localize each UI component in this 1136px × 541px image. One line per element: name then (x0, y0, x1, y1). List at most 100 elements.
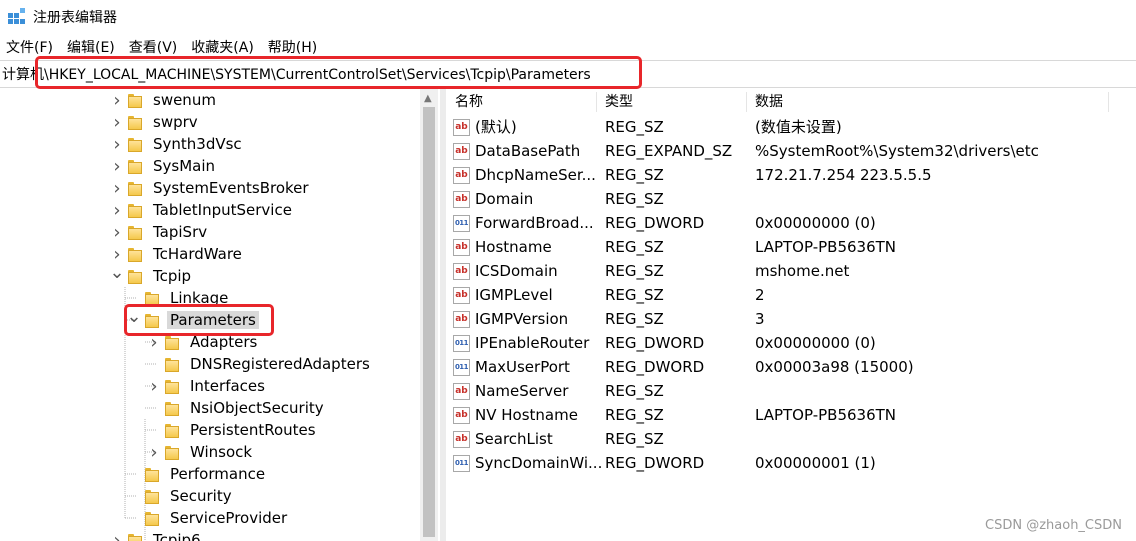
column-header-data[interactable]: 数据 (747, 92, 1109, 112)
menu-edit[interactable]: 编辑(E) (67, 37, 115, 57)
chevron-right-icon[interactable]: › (147, 331, 161, 353)
tree-item-label: Parameters (167, 311, 259, 329)
tree-item[interactable]: › Winsock (147, 441, 255, 463)
string-value-icon: ab (453, 407, 470, 424)
value-row[interactable]: 011 SyncDomainWi... REG_DWORD 0x00000001 (1… (447, 451, 1136, 475)
value-row[interactable]: ab ICSDomain REG_SZ mshome.net (447, 259, 1136, 283)
tree-item[interactable]: › TabletInputService (110, 199, 295, 221)
value-row[interactable]: ab NameServer REG_SZ (447, 379, 1136, 403)
tree-item-label: Adapters (190, 333, 258, 351)
chevron-down-icon[interactable]: ⌄ (109, 261, 124, 283)
chevron-right-icon[interactable]: › (110, 199, 124, 221)
value-row[interactable]: ab IGMPVersion REG_SZ 3 (447, 307, 1136, 331)
chevron-right-icon[interactable]: › (110, 529, 124, 541)
menu-favorites[interactable]: 收藏夹(A) (191, 37, 254, 57)
tree-item[interactable]: PersistentRoutes (147, 419, 319, 441)
folder-icon (145, 291, 159, 306)
value-name: DataBasePath (475, 142, 581, 160)
watermark: CSDN @zhaoh_CSDN (985, 518, 1122, 533)
string-value-icon: ab (453, 143, 470, 160)
tree-item[interactable]: Security (127, 485, 235, 507)
pane-splitter[interactable] (440, 89, 446, 541)
scroll-up-icon[interactable]: ▲ (424, 93, 432, 104)
string-value-icon: ab (453, 311, 470, 328)
tree-scrollbar[interactable]: ▲ (420, 89, 438, 541)
tree-item[interactable]: Linkage (127, 287, 231, 309)
chevron-right-icon[interactable]: › (110, 111, 124, 133)
value-data: 0x00003a98 (15000) (755, 358, 914, 376)
tree-item[interactable]: DNSRegisteredAdapters (147, 353, 373, 375)
value-row[interactable]: ab Domain REG_SZ (447, 187, 1136, 211)
tree-item[interactable]: › SysMain (110, 155, 218, 177)
tree-item[interactable]: NsiObjectSecurity (147, 397, 327, 419)
value-type: REG_SZ (605, 382, 664, 400)
value-row[interactable]: ab Hostname REG_SZ LAPTOP-PB5636TN (447, 235, 1136, 259)
tree-item[interactable]: ⌄ Parameters (126, 306, 259, 331)
tree-item[interactable]: › Synth3dVsc (110, 133, 245, 155)
string-value-icon: ab (453, 239, 470, 256)
chevron-right-icon[interactable]: › (110, 177, 124, 199)
tree-item[interactable]: › SystemEventsBroker (110, 177, 312, 199)
value-type: REG_SZ (605, 310, 664, 328)
value-row[interactable]: ab DataBasePath REG_EXPAND_SZ %SystemRoot%\… (447, 139, 1136, 163)
binary-value-icon: 011 (453, 359, 470, 376)
menu-help[interactable]: 帮助(H) (268, 37, 317, 57)
value-name: NameServer (475, 382, 569, 400)
value-type: REG_SZ (605, 286, 664, 304)
folder-icon (128, 181, 142, 196)
tree-item[interactable]: › swenum (110, 89, 219, 111)
value-data: %SystemRoot%\System32\drivers\etc (755, 142, 1039, 160)
chevron-right-icon[interactable]: › (147, 375, 161, 397)
value-row[interactable]: 011 MaxUserPort REG_DWORD 0x00003a98 (15000… (447, 355, 1136, 379)
tree-item[interactable]: › Interfaces (147, 375, 268, 397)
tree-scrollbar-thumb[interactable] (423, 107, 435, 537)
tree-item-label: Interfaces (190, 377, 265, 395)
tree-item[interactable]: › Adapters (147, 331, 260, 353)
menu-file[interactable]: 文件(F) (6, 37, 53, 57)
value-type: REG_DWORD (605, 334, 705, 352)
value-type: REG_SZ (605, 118, 664, 136)
tree-item[interactable]: › TcHardWare (110, 243, 245, 265)
value-row[interactable]: 011 IPEnableRouter REG_DWORD 0x00000000 (0) (447, 331, 1136, 355)
folder-icon (165, 357, 179, 372)
tree-item[interactable]: › swprv (110, 111, 201, 133)
tree-item-label: SystemEventsBroker (153, 179, 309, 197)
tree-item-label: PersistentRoutes (190, 421, 316, 439)
value-row[interactable]: ab (默认) REG_SZ (数值未设置) (447, 115, 1136, 139)
tree-item[interactable]: › Tcpip6 (110, 529, 204, 541)
value-row[interactable]: ab SearchList REG_SZ (447, 427, 1136, 451)
column-header-name[interactable]: 名称 (447, 92, 597, 112)
string-value-icon: ab (453, 191, 470, 208)
string-value-icon: ab (453, 383, 470, 400)
tree-item[interactable]: Performance (127, 463, 268, 485)
value-data: 0x00000000 (0) (755, 334, 876, 352)
folder-icon (128, 533, 142, 541)
folder-icon (145, 467, 159, 482)
chevron-right-icon[interactable]: › (110, 89, 124, 111)
address-bar[interactable]: 计算机\HKEY_LOCAL_MACHINE\SYSTEM\CurrentCon… (0, 60, 1136, 88)
values-list[interactable]: 名称 类型 数据 ab (默认) REG_SZ (数值未设置) ab DataBasePa… (447, 89, 1136, 541)
chevron-right-icon[interactable]: › (110, 221, 124, 243)
value-row[interactable]: ab DhcpNameSer... REG_SZ 172.21.7.254 223.5… (447, 163, 1136, 187)
column-header-type[interactable]: 类型 (597, 92, 747, 112)
chevron-down-icon[interactable]: ⌄ (126, 305, 141, 327)
address-path[interactable]: 计算机\HKEY_LOCAL_MACHINE\SYSTEM\CurrentCon… (2, 64, 591, 84)
value-name: IPEnableRouter (475, 334, 590, 352)
value-row[interactable]: ab NV Hostname REG_SZ LAPTOP-PB5636TN (447, 403, 1136, 427)
chevron-right-icon[interactable]: › (147, 441, 161, 463)
value-row[interactable]: ab IGMPLevel REG_SZ 2 (447, 283, 1136, 307)
tree-item[interactable]: › TapiSrv (110, 221, 210, 243)
chevron-right-icon[interactable]: › (110, 133, 124, 155)
folder-icon (145, 511, 159, 526)
tree-item[interactable]: ServiceProvider (127, 507, 290, 529)
value-data: 0x00000000 (0) (755, 214, 876, 232)
chevron-right-icon[interactable]: › (110, 155, 124, 177)
tree-item-label: NsiObjectSecurity (190, 399, 324, 417)
value-row[interactable]: 011 ForwardBroad... REG_DWORD 0x00000000 (0… (447, 211, 1136, 235)
menu-view[interactable]: 查看(V) (129, 37, 178, 57)
tree-item[interactable]: ⌄ Tcpip (109, 262, 194, 287)
key-tree-pane[interactable]: › swenum › swprv › Synth3dVsc › SysMain › SystemE… (0, 89, 420, 541)
